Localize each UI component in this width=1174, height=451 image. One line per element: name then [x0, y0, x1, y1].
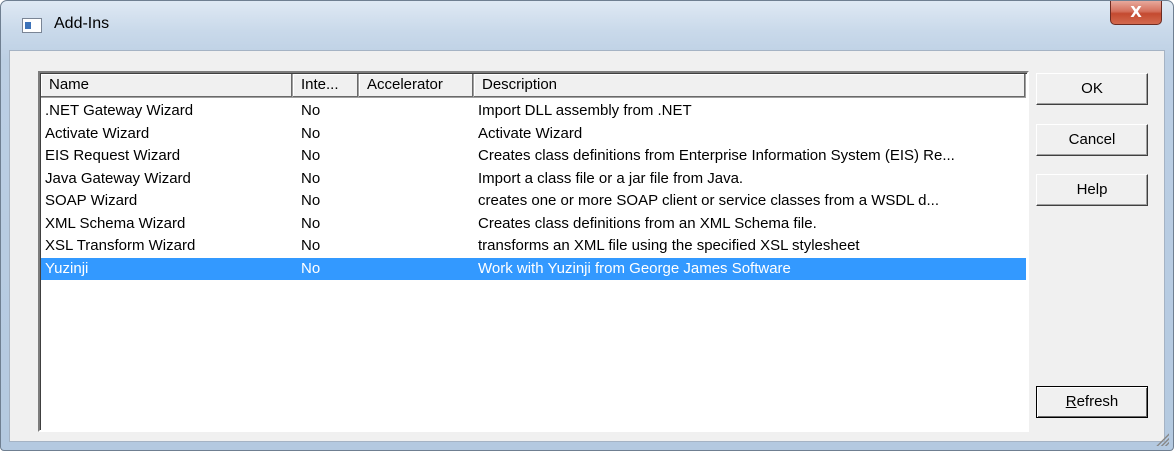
- cell-description: Activate Wizard: [478, 124, 583, 142]
- list-row-net-gateway-wizard[interactable]: .NET Gateway Wizard No Import DLL assemb…: [41, 100, 1026, 123]
- cell-description: Work with Yuzinji from George James Soft…: [478, 259, 791, 277]
- cell-name: XML Schema Wizard: [45, 214, 186, 232]
- cell-description: Import DLL assembly from .NET: [478, 102, 692, 119]
- title-bar[interactable]: Add-Ins X: [1, 1, 1173, 41]
- list-header: Name Inte... Accelerator Description: [41, 74, 1026, 98]
- cell-accelerator: [359, 190, 474, 213]
- cell-name: Java Gateway Wizard: [45, 169, 191, 187]
- cell-name: .NET Gateway Wizard: [45, 102, 194, 119]
- list-row-activate-wizard[interactable]: Activate Wizard No Activate Wizard: [41, 123, 1026, 146]
- cell-accelerator: [359, 168, 474, 191]
- refresh-label: efresh: [1076, 393, 1119, 410]
- cell-accelerator: [359, 123, 474, 146]
- cell-accelerator: [359, 213, 474, 236]
- window-title: Add-Ins: [54, 15, 110, 32]
- cell-description: Creates class definitions from Enterpris…: [478, 147, 955, 164]
- cancel-button[interactable]: Cancel: [1036, 124, 1148, 156]
- cell-name: Yuzinji: [45, 259, 89, 277]
- list-row-yuzinji[interactable]: Yuzinji No Work with Yuzinji from George…: [41, 257, 1026, 281]
- cell-inte: No: [301, 169, 321, 187]
- cell-inte: No: [301, 102, 321, 119]
- cell-accelerator: [359, 145, 474, 168]
- cell-description: creates one or more SOAP client or servi…: [478, 192, 940, 209]
- cell-inte: No: [301, 214, 321, 232]
- cell-name: XSL Transform Wizard: [45, 237, 196, 254]
- column-header-inte[interactable]: Inte...: [293, 74, 359, 98]
- cell-description: Import a class file or a jar file from J…: [478, 169, 744, 187]
- cell-description: transforms an XML file using the specifi…: [478, 237, 860, 254]
- cell-accelerator: [359, 258, 474, 281]
- cell-accelerator: [359, 100, 474, 123]
- close-button[interactable]: X: [1110, 1, 1162, 25]
- add-ins-list[interactable]: Name Inte... Accelerator Description .NE…: [38, 71, 1029, 432]
- dialog-client-area: Name Inte... Accelerator Description .NE…: [9, 50, 1165, 442]
- column-header-description[interactable]: Description: [474, 74, 1026, 98]
- add-ins-dialog: Add-Ins X Name Inte... Accelerator Descr…: [0, 0, 1174, 451]
- cell-inte: No: [301, 147, 321, 164]
- cell-accelerator: [359, 235, 474, 258]
- refresh-mnemonic: R: [1065, 393, 1077, 410]
- cell-description: Creates class definitions from an XML Sc…: [478, 214, 817, 232]
- cell-name: SOAP Wizard: [45, 192, 138, 209]
- cell-name: Activate Wizard: [45, 124, 150, 142]
- cell-inte: No: [301, 192, 321, 209]
- list-row-xsl-transform-wizard[interactable]: XSL Transform Wizard No transforms an XM…: [41, 235, 1026, 258]
- column-header-accelerator[interactable]: Accelerator: [359, 74, 474, 98]
- list-row-eis-request-wizard[interactable]: EIS Request Wizard No Creates class defi…: [41, 145, 1026, 168]
- help-button[interactable]: Help: [1036, 174, 1148, 206]
- cell-inte: No: [301, 124, 321, 142]
- ok-button[interactable]: OK: [1036, 73, 1148, 105]
- cell-inte: No: [301, 237, 321, 254]
- window-icon: [22, 18, 42, 33]
- column-header-name[interactable]: Name: [41, 74, 293, 98]
- refresh-button[interactable]: Refresh: [1036, 386, 1148, 418]
- list-rows: .NET Gateway Wizard No Import DLL assemb…: [41, 100, 1026, 280]
- resize-grip-icon[interactable]: [1155, 432, 1169, 446]
- cell-name: EIS Request Wizard: [45, 147, 181, 164]
- list-row-java-gateway-wizard[interactable]: Java Gateway Wizard No Import a class fi…: [41, 168, 1026, 191]
- list-row-soap-wizard[interactable]: SOAP Wizard No creates one or more SOAP …: [41, 190, 1026, 213]
- list-row-xml-schema-wizard[interactable]: XML Schema Wizard No Creates class defin…: [41, 213, 1026, 236]
- cell-inte: No: [301, 259, 321, 277]
